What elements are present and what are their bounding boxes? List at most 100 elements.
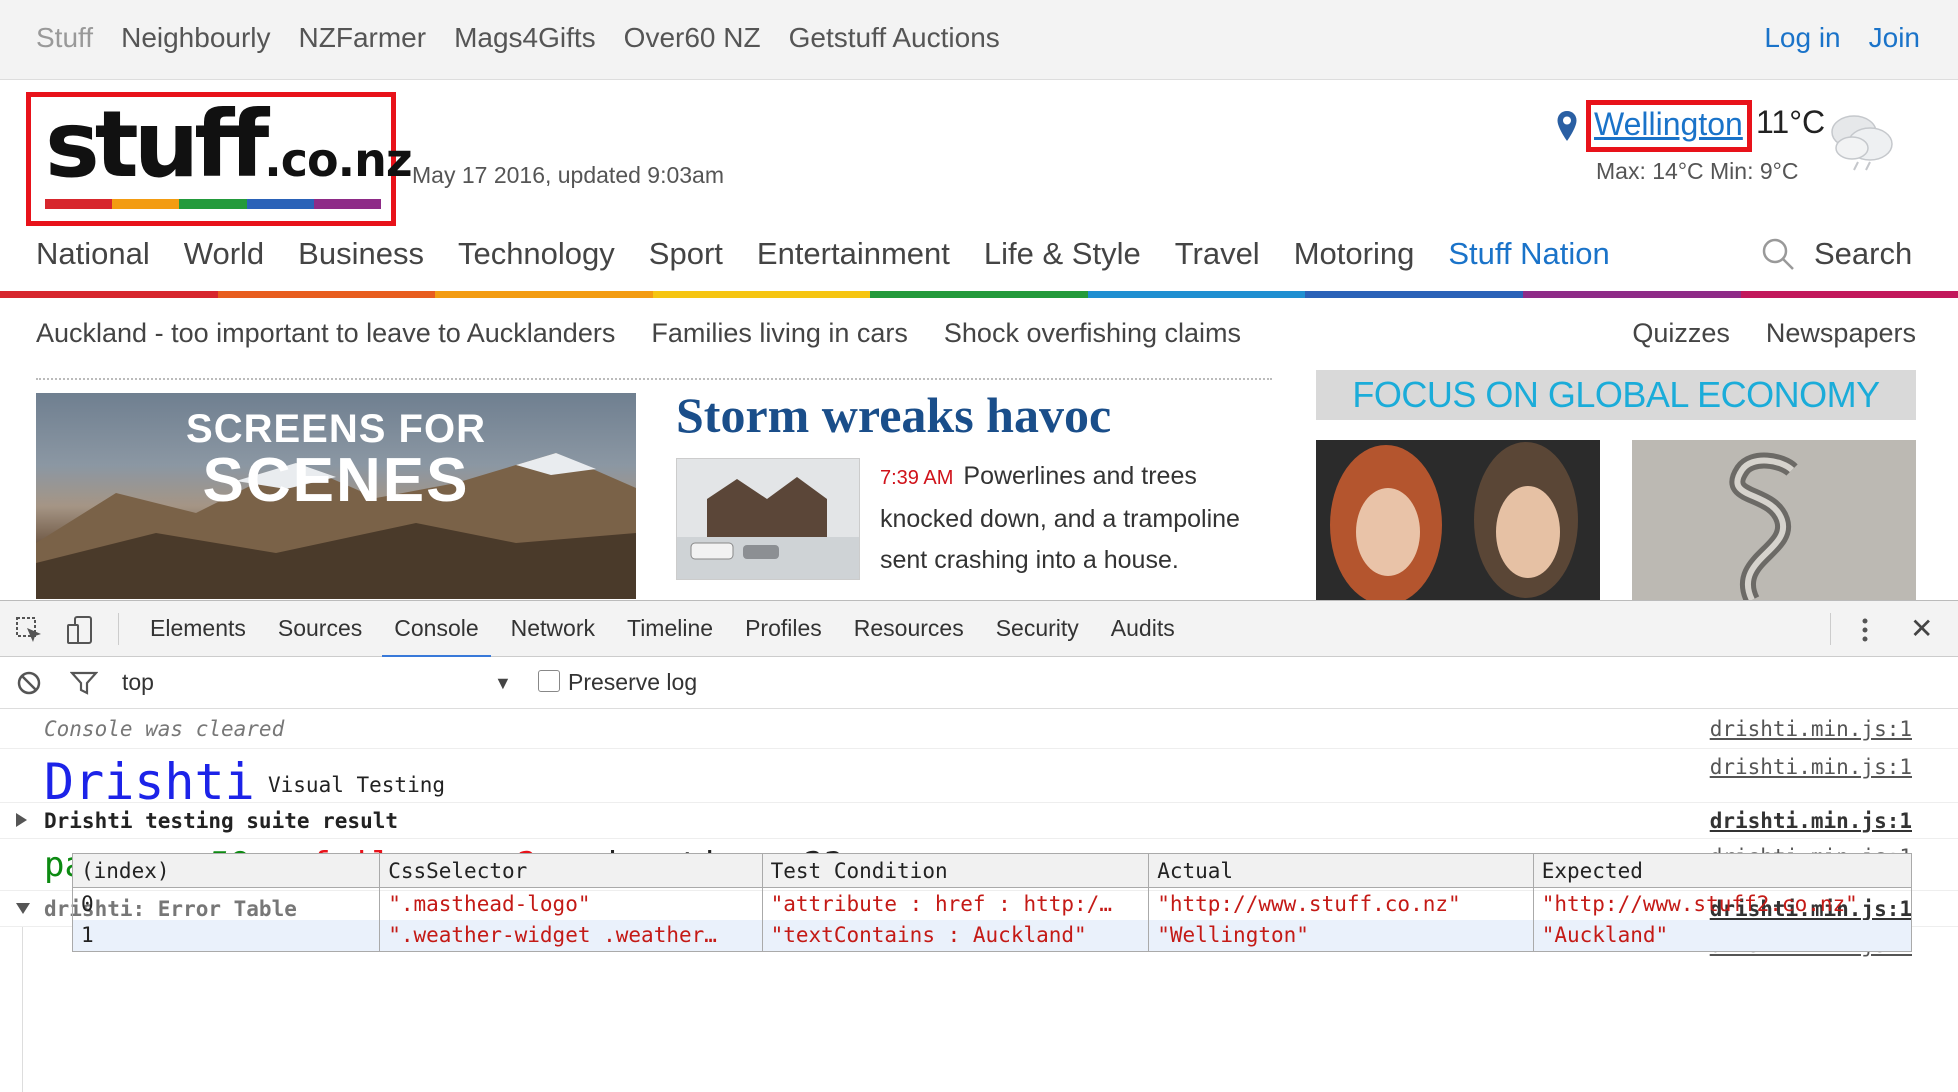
tab-console[interactable]: Console bbox=[382, 615, 492, 658]
main-nav: National World Business Technology Sport… bbox=[36, 236, 1610, 272]
utility-bar: Stuff Neighbourly NZFarmer Mags4Gifts Ov… bbox=[0, 0, 1958, 80]
network-link-mags4gifts[interactable]: Mags4Gifts bbox=[454, 22, 596, 54]
network-links: Stuff Neighbourly NZFarmer Mags4Gifts Ov… bbox=[36, 22, 1000, 54]
console-message: Drishti Visual Testing drishti.min.js:1 bbox=[0, 749, 1958, 811]
chevron-down-icon[interactable]: ▼ bbox=[494, 673, 512, 694]
search-label: Search bbox=[1814, 236, 1913, 271]
device-mode-icon[interactable] bbox=[66, 615, 96, 645]
story-thumbnail[interactable] bbox=[676, 458, 860, 580]
location-pin-icon bbox=[1557, 111, 1577, 141]
tab-elements[interactable]: Elements bbox=[150, 615, 246, 656]
trending-link-overfishing[interactable]: Shock overfishing claims bbox=[944, 318, 1241, 349]
weather-city[interactable]: Wellington bbox=[1594, 106, 1743, 143]
column-header[interactable]: CssSelector bbox=[379, 853, 763, 888]
table-cell: "attribute : href : http:/… bbox=[761, 887, 1150, 920]
quizzes-link[interactable]: Quizzes bbox=[1632, 318, 1730, 349]
edition-date: May 17 2016, updated 9:03am bbox=[412, 162, 725, 188]
cloud-icon bbox=[1831, 115, 1893, 171]
rainbow-divider bbox=[0, 291, 1958, 298]
table-cell: 0 bbox=[71, 887, 381, 920]
storm-photo bbox=[677, 459, 859, 579]
inspect-element-icon[interactable] bbox=[14, 615, 44, 645]
table-header-row: (index) CssSelector Test Condition Actua… bbox=[71, 853, 1913, 888]
nav-item-technology[interactable]: Technology bbox=[458, 236, 615, 272]
close-devtools-icon[interactable]: ✕ bbox=[1910, 615, 1933, 643]
login-link[interactable]: Log in bbox=[1764, 22, 1840, 54]
promo-banner[interactable]: SCREENS FOR SCENES bbox=[36, 393, 636, 599]
nav-item-world[interactable]: World bbox=[184, 236, 264, 272]
nav-item-business[interactable]: Business bbox=[298, 236, 424, 272]
auth-links: Log in Join bbox=[1764, 22, 1920, 54]
network-link-getstuff-auctions[interactable]: Getstuff Auctions bbox=[789, 22, 1000, 54]
nav-item-motoring[interactable]: Motoring bbox=[1294, 236, 1415, 272]
trending-link-auckland[interactable]: Auckland - too important to leave to Auc… bbox=[36, 318, 615, 349]
suite-result-label: Drishti testing suite result bbox=[44, 809, 399, 833]
tab-profiles[interactable]: Profiles bbox=[745, 615, 822, 656]
newspapers-link[interactable]: Newspapers bbox=[1766, 318, 1916, 349]
tab-audits[interactable]: Audits bbox=[1111, 615, 1175, 656]
column-header[interactable]: (index) bbox=[71, 853, 381, 888]
logo-color-stripe bbox=[45, 199, 382, 209]
tab-security[interactable]: Security bbox=[996, 615, 1079, 656]
tab-resources[interactable]: Resources bbox=[854, 615, 964, 656]
celebrity-photo[interactable] bbox=[1316, 440, 1600, 600]
join-link[interactable]: Join bbox=[1869, 22, 1920, 54]
tab-timeline[interactable]: Timeline bbox=[627, 615, 713, 656]
source-link[interactable]: drishti.min.js:1 bbox=[1710, 809, 1912, 833]
more-options-icon[interactable] bbox=[1860, 615, 1870, 645]
filter-icon[interactable] bbox=[70, 670, 98, 696]
nav-item-national[interactable]: National bbox=[36, 236, 150, 272]
nav-item-sport[interactable]: Sport bbox=[649, 236, 723, 272]
table-cell: ".masthead-logo" bbox=[379, 887, 763, 920]
table-cell: "textContains : Auckland" bbox=[761, 919, 1150, 952]
clear-console-icon[interactable] bbox=[16, 670, 42, 696]
preserve-log-checkbox[interactable] bbox=[538, 670, 560, 692]
story-headline[interactable]: Storm wreaks havoc bbox=[676, 386, 1111, 444]
toolbar-separator bbox=[118, 613, 119, 645]
table-cell: 1 bbox=[71, 919, 381, 952]
network-link-stuff[interactable]: Stuff bbox=[36, 22, 93, 54]
console-filter-bar: top ▼ Preserve log bbox=[0, 657, 1958, 709]
devtools-panel: Elements Sources Console Network Timelin… bbox=[0, 600, 1958, 1092]
collapse-arrow-icon[interactable] bbox=[16, 903, 30, 914]
nav-item-entertainment[interactable]: Entertainment bbox=[757, 236, 950, 272]
story-time: 7:39 AM bbox=[880, 467, 954, 489]
column-header[interactable]: Test Condition bbox=[761, 853, 1150, 888]
weather-max-min: Max: 14°C Min: 9°C bbox=[1596, 158, 1799, 184]
table-cell: "http://www.stuff2.co.nz" bbox=[1532, 887, 1913, 920]
table-row: 1 ".weather-widget .weather… "textContai… bbox=[71, 919, 1913, 952]
masthead-logo[interactable]: stuff.co.nz bbox=[26, 92, 413, 226]
devtools-toolbar: Elements Sources Console Network Timelin… bbox=[0, 601, 1958, 658]
focus-banner[interactable]: FOCUS ON GLOBAL ECONOMY bbox=[1316, 370, 1916, 420]
sand-photo[interactable] bbox=[1632, 440, 1916, 600]
table-cell: "Auckland" bbox=[1532, 919, 1913, 952]
secondary-nav: Quizzes Newspapers bbox=[1632, 318, 1916, 349]
nav-item-life-style[interactable]: Life & Style bbox=[984, 236, 1141, 272]
story-summary: 7:39 AM Powerlines and trees knocked down… bbox=[880, 456, 1280, 581]
nav-item-travel[interactable]: Travel bbox=[1175, 236, 1260, 272]
network-link-neighbourly[interactable]: Neighbourly bbox=[121, 22, 270, 54]
column-header[interactable]: Actual bbox=[1148, 853, 1534, 888]
logo-wordmark: stuff.co.nz bbox=[45, 91, 413, 198]
trending-nav: Auckland - too important to leave to Auc… bbox=[36, 318, 1241, 349]
devtools-tabs: Elements Sources Console Network Timelin… bbox=[150, 615, 1175, 658]
network-link-over60[interactable]: Over60 NZ bbox=[624, 22, 761, 54]
context-selector[interactable]: top bbox=[122, 669, 154, 696]
weather-temp: 11°C bbox=[1756, 104, 1826, 140]
drishti-subtitle: Visual Testing bbox=[268, 773, 446, 797]
sand-image bbox=[1632, 440, 1916, 600]
nav-item-stuff-nation[interactable]: Stuff Nation bbox=[1448, 236, 1609, 272]
source-link[interactable]: drishti.min.js:1 bbox=[1710, 755, 1912, 779]
trending-link-families[interactable]: Families living in cars bbox=[651, 318, 908, 349]
expand-arrow-icon[interactable] bbox=[16, 813, 27, 827]
search-button[interactable]: Search bbox=[1760, 236, 1912, 272]
tab-network[interactable]: Network bbox=[511, 615, 595, 656]
source-link[interactable]: drishti.min.js:1 bbox=[1710, 717, 1912, 741]
table-cell: "http://www.stuff.co.nz" bbox=[1148, 887, 1534, 920]
network-link-nzfarmer[interactable]: NZFarmer bbox=[299, 22, 427, 54]
portrait-image bbox=[1316, 440, 1600, 600]
tab-sources[interactable]: Sources bbox=[278, 615, 362, 656]
column-header[interactable]: Expected bbox=[1532, 853, 1913, 888]
table-cell: ".weather-widget .weather… bbox=[379, 919, 763, 952]
console-group-collapsed[interactable]: Drishti testing suite result drishti.min… bbox=[0, 803, 1958, 839]
